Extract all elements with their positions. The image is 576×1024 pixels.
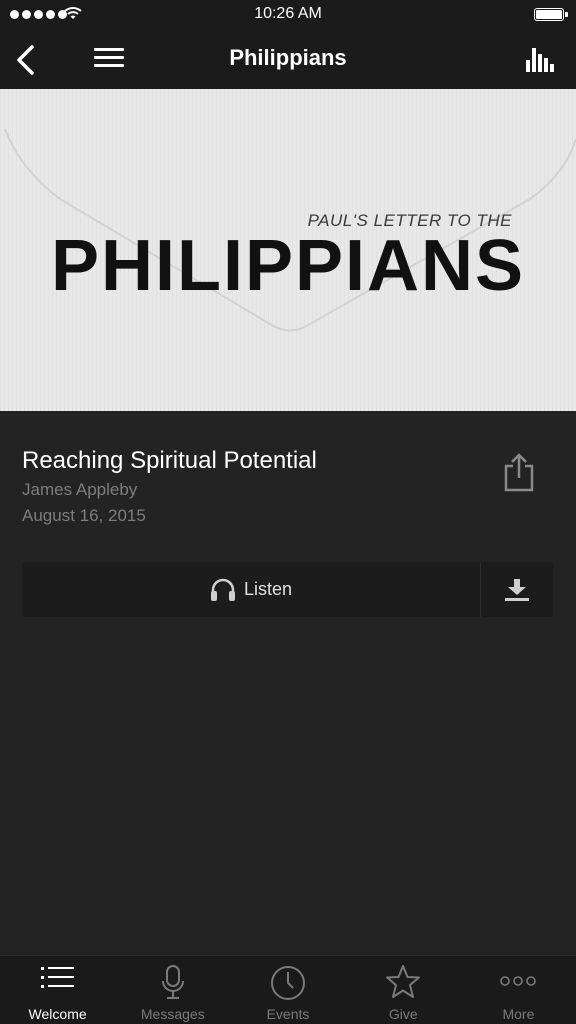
tab-label: More — [502, 1006, 535, 1022]
list-icon — [40, 967, 74, 988]
headphones-icon — [210, 578, 235, 601]
navigation-bar: Philippians — [0, 30, 576, 89]
listen-button[interactable]: Listen — [22, 562, 480, 617]
download-icon — [505, 578, 529, 601]
sermon-title: Reaching Spiritual Potential — [22, 447, 317, 474]
banner-title: PHILIPPIANS — [50, 226, 526, 306]
tab-label: Messages — [140, 1006, 205, 1022]
tab-bar: Welcome Messages Events Give More — [0, 955, 576, 1024]
battery-icon — [534, 8, 568, 21]
download-button[interactable] — [481, 562, 553, 617]
tab-label: Events — [266, 1006, 310, 1022]
bar-chart-icon[interactable] — [526, 46, 554, 72]
status-time: 10:26 AM — [254, 5, 322, 22]
share-icon[interactable] — [502, 452, 536, 492]
tab-label: Give — [388, 1006, 418, 1022]
more-icon — [500, 976, 537, 986]
tab-messages[interactable]: Messages — [115, 956, 230, 1024]
tab-give[interactable]: Give — [346, 956, 461, 1024]
tab-welcome[interactable]: Welcome — [0, 956, 115, 1024]
tab-events[interactable]: Events — [230, 956, 345, 1024]
microphone-icon — [161, 965, 184, 999]
tab-label: Welcome — [28, 1006, 87, 1022]
sermon-date: August 16, 2015 — [22, 506, 146, 525]
status-bar: 10:26 AM — [0, 0, 576, 30]
star-icon — [386, 965, 421, 998]
tab-more[interactable]: More — [461, 956, 576, 1024]
series-banner: PAUL'S LETTER TO THE PHILIPPIANS — [0, 89, 576, 411]
media-actions: Listen — [22, 562, 553, 617]
clock-icon — [271, 966, 305, 1000]
sermon-speaker: James Appleby — [22, 480, 138, 499]
page-title: Philippians — [229, 45, 347, 70]
listen-label: Listen — [243, 579, 293, 599]
